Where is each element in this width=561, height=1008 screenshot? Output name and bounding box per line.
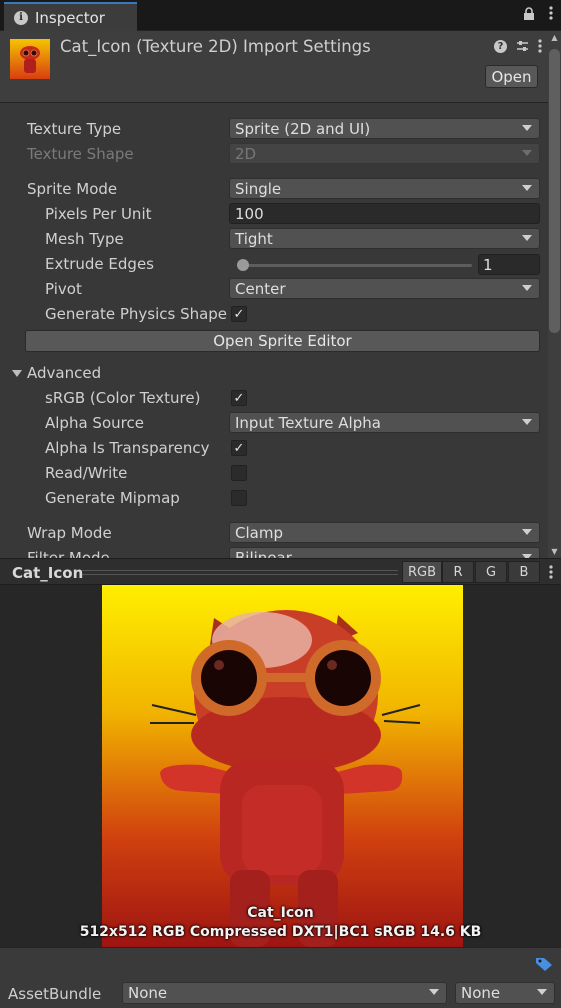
mesh-type-dropdown[interactable]: Tight <box>229 228 540 249</box>
mesh-type-value: Tight <box>235 229 273 248</box>
wrap-mode-value: Clamp <box>235 523 283 542</box>
checkmark-icon: ✓ <box>233 306 245 322</box>
filter-mode-label: Filter Mode <box>27 549 110 558</box>
asset-bundle-name-value: None <box>128 984 168 1002</box>
open-button[interactable]: Open <box>485 65 538 88</box>
texture-shape-value: 2D <box>235 144 257 163</box>
alpha-is-transparency-checkbox[interactable]: ✓ <box>231 440 247 456</box>
chevron-down-icon <box>537 989 547 995</box>
advanced-foldout-label[interactable]: Advanced <box>27 364 101 382</box>
alpha-source-label: Alpha Source <box>45 414 144 432</box>
open-sprite-editor-button[interactable]: Open Sprite Editor <box>25 330 540 352</box>
preview-drag-handle[interactable] <box>82 570 398 575</box>
chevron-down-icon <box>522 185 532 191</box>
sprite-mode-label: Sprite Mode <box>27 180 118 198</box>
scroll-down-arrow-icon[interactable]: ▼ <box>550 547 559 556</box>
pixels-per-unit-label: Pixels Per Unit <box>45 205 152 223</box>
sprite-mode-dropdown[interactable]: Single <box>229 178 540 199</box>
header-icons: ? <box>494 39 542 53</box>
read-write-label: Read/Write <box>45 464 128 482</box>
sprite-mode-value: Single <box>235 179 282 198</box>
tag-icon[interactable] <box>535 956 553 972</box>
generate-mipmap-checkbox[interactable] <box>231 490 247 506</box>
asset-bundle-variant-value: None <box>461 984 501 1002</box>
channel-g-button[interactable]: G <box>475 561 507 583</box>
texture-type-dropdown[interactable]: Sprite (2D and UI) <box>229 118 540 139</box>
lock-icon[interactable] <box>523 6 535 20</box>
preview-title: Cat_Icon <box>12 564 84 582</box>
preview-image-name: Cat_Icon <box>247 905 314 921</box>
checkmark-icon: ✓ <box>233 390 245 406</box>
chevron-down-icon <box>522 235 532 241</box>
preview-image <box>102 585 463 947</box>
pivot-dropdown[interactable]: Center <box>229 278 540 299</box>
srgb-label: sRGB (Color Texture) <box>45 389 201 407</box>
chevron-down-icon <box>522 150 532 156</box>
asset-bundle-variant-dropdown[interactable]: None <box>455 982 555 1004</box>
chevron-down-icon <box>429 989 439 995</box>
texture-type-label: Texture Type <box>27 120 122 138</box>
channel-rgb-button[interactable]: RGB <box>402 561 442 583</box>
pixels-per-unit-field[interactable]: 100 <box>229 203 540 224</box>
filter-mode-value: Bilinear <box>235 548 292 559</box>
checkmark-icon: ✓ <box>233 440 245 456</box>
alpha-source-value: Input Texture Alpha <box>235 413 381 432</box>
alpha-source-dropdown[interactable]: Input Texture Alpha <box>229 412 540 433</box>
generate-physics-shape-checkbox[interactable]: ✓ <box>231 306 247 322</box>
channel-b-button[interactable]: B <box>508 561 540 583</box>
channel-r-button[interactable]: R <box>442 561 474 583</box>
asset-bundle-label: AssetBundle <box>8 985 102 1003</box>
asset-bundle-bar: AssetBundle None None <box>0 947 561 1008</box>
tab-bar: i Inspector <box>0 0 561 31</box>
filter-mode-dropdown[interactable]: Bilinear <box>229 547 540 558</box>
extrude-edges-field[interactable]: 1 <box>478 254 540 275</box>
import-settings: Texture Type Sprite (2D and UI) Texture … <box>0 104 548 558</box>
scroll-up-arrow-icon[interactable]: ▲ <box>550 33 559 42</box>
mesh-type-label: Mesh Type <box>45 230 124 248</box>
chevron-down-icon <box>522 419 532 425</box>
tab-tools <box>523 6 553 20</box>
srgb-checkbox[interactable]: ✓ <box>231 390 247 406</box>
alpha-is-transparency-label: Alpha Is Transparency <box>45 439 210 457</box>
kebab-menu-icon[interactable] <box>549 565 553 579</box>
wrap-mode-dropdown[interactable]: Clamp <box>229 522 540 543</box>
help-icon[interactable]: ? <box>494 39 507 53</box>
preview-header: Cat_Icon RGB R G B <box>0 558 561 585</box>
kebab-menu-icon[interactable] <box>549 6 553 20</box>
pivot-value: Center <box>235 279 286 298</box>
asset-thumbnail <box>10 39 50 79</box>
wrap-mode-label: Wrap Mode <box>27 524 112 542</box>
scroll-thumb[interactable] <box>549 49 560 333</box>
cat-sprite-image <box>150 610 421 947</box>
generate-mipmap-label: Generate Mipmap <box>45 489 180 507</box>
extrude-edges-label: Extrude Edges <box>45 255 154 273</box>
read-write-checkbox[interactable] <box>231 465 247 481</box>
generate-physics-shape-label: Generate Physics Shape <box>45 305 228 323</box>
texture-preview: Cat_Icon 512x512 RGB Compressed DXT1|BC1… <box>0 585 561 947</box>
asset-bundle-name-dropdown[interactable]: None <box>122 982 447 1004</box>
kebab-menu-icon[interactable] <box>538 39 542 53</box>
chevron-down-icon <box>522 529 532 535</box>
inspector-scrollbar[interactable]: ▲ ▼ <box>548 31 561 558</box>
info-icon: i <box>14 10 28 25</box>
extrude-edges-slider-track[interactable] <box>237 264 472 267</box>
header-title: Cat_Icon (Texture 2D) Import Settings <box>60 37 371 56</box>
tab-inspector[interactable]: i Inspector <box>4 2 137 31</box>
tab-label: Inspector <box>35 8 105 27</box>
texture-shape-label: Texture Shape <box>27 145 134 163</box>
texture-shape-dropdown: 2D <box>229 143 540 164</box>
inspector-header: Cat_Icon (Texture 2D) Import Settings ? … <box>0 31 548 103</box>
texture-type-value: Sprite (2D and UI) <box>235 119 371 138</box>
chevron-down-icon <box>522 125 532 131</box>
foldout-arrow-icon[interactable] <box>12 370 22 377</box>
presets-icon[interactable] <box>516 40 529 53</box>
extrude-edges-slider-handle[interactable] <box>237 259 249 271</box>
pivot-label: Pivot <box>45 280 82 298</box>
chevron-down-icon <box>522 285 532 291</box>
preview-image-info: 512x512 RGB Compressed DXT1|BC1 sRGB 14.… <box>79 924 482 940</box>
